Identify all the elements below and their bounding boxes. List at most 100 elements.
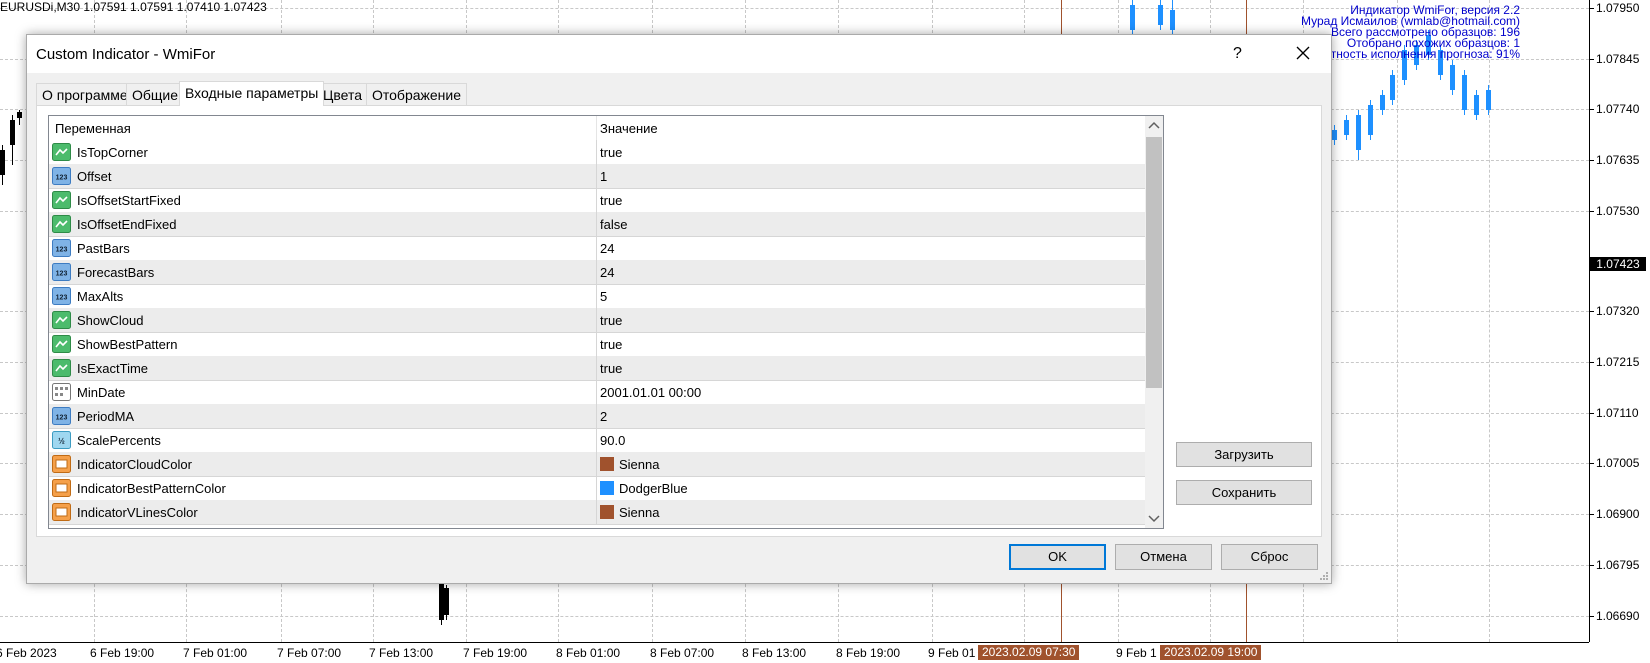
price-tick <box>1590 565 1594 566</box>
tab-about[interactable]: О программе <box>36 83 134 105</box>
cell-divider <box>596 380 597 405</box>
parameter-value[interactable]: 90.0 <box>600 433 625 448</box>
parameter-row[interactable]: IsOffsetStartFixed true <box>49 188 1145 213</box>
help-button[interactable]: ? <box>1233 45 1242 63</box>
tab-inputs[interactable]: Входные параметры <box>179 81 325 106</box>
parameter-name: PastBars <box>77 241 130 256</box>
parameter-name: ScalePercents <box>77 433 161 448</box>
parameter-name: IndicatorVLinesColor <box>77 505 198 520</box>
reset-button[interactable]: Сброс <box>1221 544 1318 570</box>
parameter-value[interactable]: 24 <box>600 265 614 280</box>
time-label: 8 Feb 01:00 <box>556 646 621 660</box>
price-tick <box>1590 8 1594 9</box>
parameter-value[interactable]: Sienna <box>600 505 659 520</box>
parameter-row[interactable]: IndicatorBestPatternColor DodgerBlue <box>49 476 1145 501</box>
int-icon: 123 <box>52 239 71 257</box>
column-header-variable[interactable]: Переменная <box>55 121 131 136</box>
price-tick <box>1590 160 1594 161</box>
svg-text:123: 123 <box>56 247 68 254</box>
parameter-value-text: 24 <box>600 265 615 280</box>
parameter-row[interactable]: 123 MaxAlts 5 <box>49 284 1145 309</box>
price-label: 1.07110 <box>1596 406 1639 420</box>
tab-common[interactable]: Общие <box>126 83 185 105</box>
cell-divider <box>596 188 597 213</box>
price-label: 1.07530 <box>1596 204 1640 218</box>
parameter-name: PeriodMA <box>77 409 135 424</box>
parameter-value-text: true <box>600 337 623 352</box>
parameter-value[interactable]: 1 <box>600 169 607 184</box>
tab-colors[interactable]: Цвета <box>317 83 368 105</box>
price-tick <box>1590 616 1594 617</box>
parameter-row[interactable]: IndicatorCloudColor Sienna <box>49 452 1145 477</box>
tab-visualization[interactable]: Отображение <box>366 83 468 105</box>
parameter-row[interactable]: ShowCloud true <box>49 308 1145 333</box>
candle-body <box>1158 5 1163 25</box>
cell-divider <box>596 236 597 261</box>
parameter-row[interactable]: ShowBestPattern true <box>49 332 1145 357</box>
parameter-row[interactable]: IndicatorVLinesColor Sienna <box>49 500 1145 525</box>
cancel-button[interactable]: Отмена <box>1115 544 1212 570</box>
parameter-value[interactable]: true <box>600 361 622 376</box>
load-button[interactable]: Загрузить <box>1176 442 1312 467</box>
parameter-value[interactable]: true <box>600 193 622 208</box>
int-icon: 123 <box>52 407 71 425</box>
price-tick <box>1590 413 1594 414</box>
svg-text:123: 123 <box>56 175 68 182</box>
candle-body <box>17 112 22 118</box>
candle-body <box>1170 10 1175 30</box>
parameter-value-text: 2 <box>600 409 608 424</box>
cell-divider <box>596 452 597 477</box>
close-icon <box>1296 46 1310 60</box>
close-button[interactable] <box>1289 39 1317 67</box>
parameter-row[interactable]: 123 Offset 1 <box>49 164 1145 189</box>
scroll-thumb[interactable] <box>1146 137 1162 388</box>
price-label: 1.07845 <box>1596 52 1640 66</box>
parameter-value[interactable]: 24 <box>600 241 614 256</box>
time-label: 9 Feb 1 <box>1116 646 1157 660</box>
parameter-row[interactable]: IsExactTime true <box>49 356 1145 381</box>
scroll-down-button[interactable] <box>1145 508 1163 528</box>
dialog-title: Custom Indicator - WmiFor <box>36 46 216 63</box>
parameter-value-text: true <box>600 145 623 160</box>
price-label: 1.07635 <box>1596 153 1640 167</box>
parameter-row[interactable]: 123 ForecastBars 24 <box>49 260 1145 285</box>
parameter-value[interactable]: 2001.01.01 00:00 <box>600 385 701 400</box>
time-label: 9 Feb 01 <box>928 646 976 660</box>
datetime-icon <box>52 383 71 401</box>
parameter-name: MaxAlts <box>77 289 124 304</box>
parameter-value[interactable]: 2 <box>600 409 607 424</box>
resize-grip-icon[interactable] <box>1319 571 1329 581</box>
parameter-value[interactable]: 5 <box>600 289 607 304</box>
parameter-row[interactable]: 123 PastBars 24 <box>49 236 1145 261</box>
parameter-value[interactable]: true <box>600 313 622 328</box>
chevron-down-icon <box>1148 515 1160 523</box>
parameter-value[interactable]: Sienna <box>600 457 659 472</box>
candle-body <box>1332 130 1337 140</box>
parameter-row[interactable]: IsOffsetEndFixed false <box>49 212 1145 237</box>
parameter-row[interactable]: 123 PeriodMA 2 <box>49 404 1145 429</box>
save-button[interactable]: Сохранить <box>1176 480 1312 505</box>
ok-button[interactable]: OK <box>1009 544 1106 570</box>
parameter-value[interactable]: false <box>600 217 627 232</box>
cell-divider <box>596 212 597 237</box>
candle-body <box>1486 90 1491 110</box>
candle-body <box>0 150 5 175</box>
price-axis[interactable]: 1.07950 1.07845 1.07740 1.07635 1.07530 1.073… <box>1589 0 1650 642</box>
parameter-row[interactable]: ½ ScalePercents 90.0 <box>49 428 1145 453</box>
price-label: 1.07215 <box>1596 355 1640 369</box>
inputs-panel: Переменная Значение IsTopCorner true 123 Of… <box>36 105 1322 537</box>
parameter-row[interactable]: MinDate 2001.01.01 00:00 <box>49 380 1145 405</box>
column-divider[interactable] <box>596 116 597 140</box>
parameter-value[interactable]: true <box>600 145 622 160</box>
price-label: 1.07005 <box>1596 456 1640 470</box>
parameter-value-text: false <box>600 217 628 232</box>
dialog-title-bar[interactable]: Custom Indicator - WmiFor ? <box>27 35 1331 73</box>
scroll-up-button[interactable] <box>1145 116 1163 136</box>
parameter-value[interactable]: DodgerBlue <box>600 481 688 496</box>
vertical-scrollbar[interactable] <box>1145 116 1163 528</box>
parameter-name: IndicatorCloudColor <box>77 457 192 472</box>
column-header-value[interactable]: Значение <box>600 121 658 136</box>
time-axis[interactable]: 6 Feb 2023 6 Feb 19:00 7 Feb 01:00 7 Feb 07… <box>0 642 1589 663</box>
parameter-value[interactable]: true <box>600 337 622 352</box>
parameter-row[interactable]: IsTopCorner true <box>49 140 1145 165</box>
